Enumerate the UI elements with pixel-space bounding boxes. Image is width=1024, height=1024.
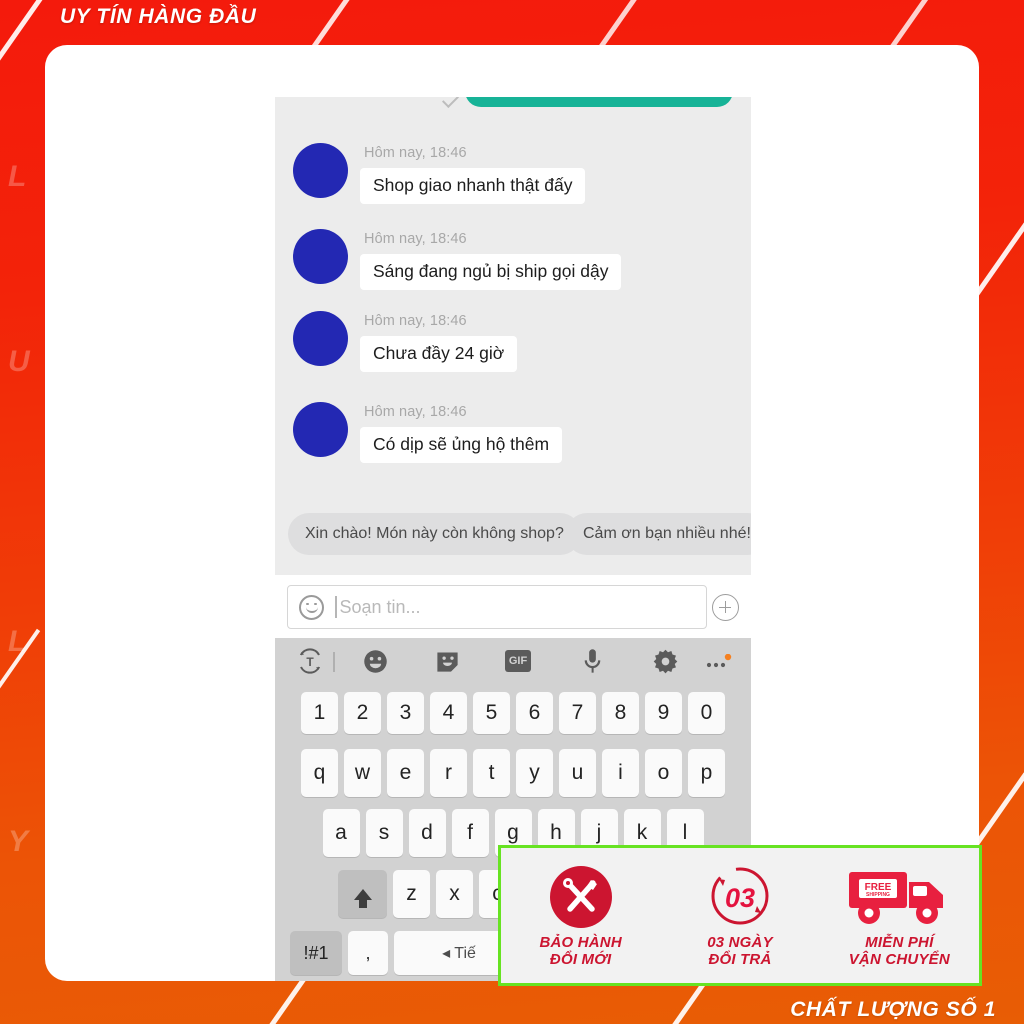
key-r[interactable]: r [430, 749, 467, 797]
translate-icon[interactable]: T [295, 646, 325, 676]
quick-reply-chip-1[interactable]: Xin chào! Món này còn không shop? [288, 513, 581, 555]
promo-feature-bar: BẢO HÀNH ĐỔI MỚI 03 03 NGÀY ĐỔI TRẢ FREE… [498, 845, 982, 986]
key-7[interactable]: 7 [559, 692, 596, 734]
key-x[interactable]: x [436, 870, 473, 918]
key-3[interactable]: 3 [387, 692, 424, 734]
toolbar-divider [333, 652, 335, 672]
microphone-icon[interactable] [579, 647, 606, 676]
key-e[interactable]: e [387, 749, 424, 797]
message-timestamp: Hôm nay, 18:46 [364, 313, 467, 329]
text-caret [335, 596, 337, 618]
emoji-icon[interactable] [362, 648, 389, 675]
quick-reply-chip-2[interactable]: Cảm ơn bạn nhiều nhé! [566, 513, 751, 555]
key-4[interactable]: 4 [430, 692, 467, 734]
outgoing-bubble [465, 97, 733, 107]
keyboard-toolbar: T GIF [275, 638, 751, 686]
promo-label-line1: 03 NGÀY [707, 933, 773, 951]
watermark-letter: Y [8, 825, 30, 858]
key-6[interactable]: 6 [516, 692, 553, 734]
outgoing-message-row [275, 97, 751, 123]
watermark-letter: U [8, 345, 31, 378]
key-d[interactable]: d [408, 809, 446, 857]
key-o[interactable]: o [645, 749, 682, 797]
keyboard-row-numbers: 1 2 3 4 5 6 7 8 9 0 [275, 692, 751, 734]
key-z[interactable]: z [393, 870, 430, 918]
promo-return-label: 03 NGÀY ĐỔI TRẢ [665, 933, 815, 969]
gif-label: GIF [505, 650, 531, 672]
tools-icon [506, 863, 656, 931]
key-w[interactable]: w [344, 749, 381, 797]
watermark-letter: L [8, 625, 28, 658]
promo-label-line1: MIỄN PHÍ [865, 933, 934, 951]
contact-avatar[interactable] [293, 229, 348, 284]
gear-icon[interactable] [652, 648, 679, 675]
key-2[interactable]: 2 [344, 692, 381, 734]
promo-frame: UY TÍN HÀNG ĐẦU CHẤT LƯỢNG SỐ 1 L U L Y … [0, 0, 1024, 1024]
arrow-up-icon [353, 888, 372, 908]
bottom-badge-text: CHẤT LƯỢNG SỐ 1 [790, 998, 996, 1021]
contact-avatar[interactable] [293, 311, 348, 366]
sticker-icon[interactable] [434, 648, 461, 675]
key-p[interactable]: p [688, 749, 725, 797]
diagonal-stripe [973, 753, 1024, 847]
key-a[interactable]: a [322, 809, 360, 857]
check-icon [442, 97, 459, 108]
free-shipping-truck-icon: FREE SHIPPING [824, 863, 974, 931]
key-t[interactable]: t [473, 749, 510, 797]
chat-thread: Hôm nay, 18:46 Shop giao nhanh thật đấy … [275, 97, 751, 577]
key-u[interactable]: u [559, 749, 596, 797]
svg-text:SHIPPING: SHIPPING [866, 892, 890, 898]
key-1[interactable]: 1 [301, 692, 338, 734]
promo-label-line2: ĐỔI TRẢ [708, 950, 772, 968]
key-s[interactable]: s [365, 809, 403, 857]
white-card: Hôm nay, 18:46 Shop giao nhanh thật đấy … [45, 45, 979, 981]
message-timestamp: Hôm nay, 18:46 [364, 404, 467, 420]
top-badge-text: UY TÍN HÀNG ĐẦU [60, 5, 257, 28]
message-input-box[interactable]: Soạn tin... [287, 585, 707, 629]
more-icon[interactable] [705, 654, 735, 670]
key-y[interactable]: y [516, 749, 553, 797]
gif-icon[interactable]: GIF [505, 650, 531, 672]
message-input-placeholder: Soạn tin... [339, 596, 421, 617]
key-8[interactable]: 8 [602, 692, 639, 734]
message-bubble[interactable]: Chưa đầy 24 giờ [360, 336, 518, 373]
key-q[interactable]: q [301, 749, 338, 797]
key-0[interactable]: 0 [688, 692, 725, 734]
promo-label-line2: VẬN CHUYỂN [848, 950, 950, 968]
promo-warranty-label: BẢO HÀNH ĐỔI MỚI [506, 933, 656, 969]
plus-icon[interactable] [712, 594, 739, 621]
key-5[interactable]: 5 [473, 692, 510, 734]
promo-item-return: 03 03 NGÀY ĐỔI TRẢ [665, 863, 815, 969]
message-composer: Soạn tin... [275, 575, 751, 638]
symbols-key[interactable]: !#1 [290, 931, 342, 975]
comma-key[interactable]: , [348, 931, 388, 975]
promo-item-shipping: FREE SHIPPING MIỄN PHÍ VẬN CHUYỂN [824, 863, 974, 969]
quick-reply-bar: Xin chào! Món này còn không shop? Cảm ơn… [275, 507, 751, 567]
watermark-letter: L [8, 160, 28, 193]
shift-key[interactable] [338, 870, 387, 918]
cycle-03-icon: 03 [665, 863, 815, 931]
promo-badge-03: 03 [725, 883, 755, 913]
message-timestamp: Hôm nay, 18:46 [364, 231, 467, 247]
smiley-icon[interactable] [299, 594, 324, 620]
contact-avatar[interactable] [293, 402, 348, 457]
message-bubble[interactable]: Sáng đang ngủ bị ship gọi dậy [360, 254, 622, 291]
message-bubble[interactable]: Có dịp sẽ ủng hộ thêm [360, 427, 563, 464]
message-timestamp: Hôm nay, 18:46 [364, 145, 467, 161]
promo-shipping-label: MIỄN PHÍ VẬN CHUYỂN [824, 933, 974, 969]
key-9[interactable]: 9 [645, 692, 682, 734]
key-f[interactable]: f [451, 809, 489, 857]
contact-avatar[interactable] [293, 143, 348, 198]
promo-item-warranty: BẢO HÀNH ĐỔI MỚI [506, 863, 656, 969]
promo-label-line2: ĐỔI MỚI [549, 950, 612, 968]
message-bubble[interactable]: Shop giao nhanh thật đấy [360, 168, 586, 205]
key-i[interactable]: i [602, 749, 639, 797]
keyboard-row-top: q w e r t y u i o p [275, 749, 751, 797]
promo-label-line1: BẢO HÀNH [539, 933, 622, 951]
svg-text:T: T [306, 655, 314, 669]
